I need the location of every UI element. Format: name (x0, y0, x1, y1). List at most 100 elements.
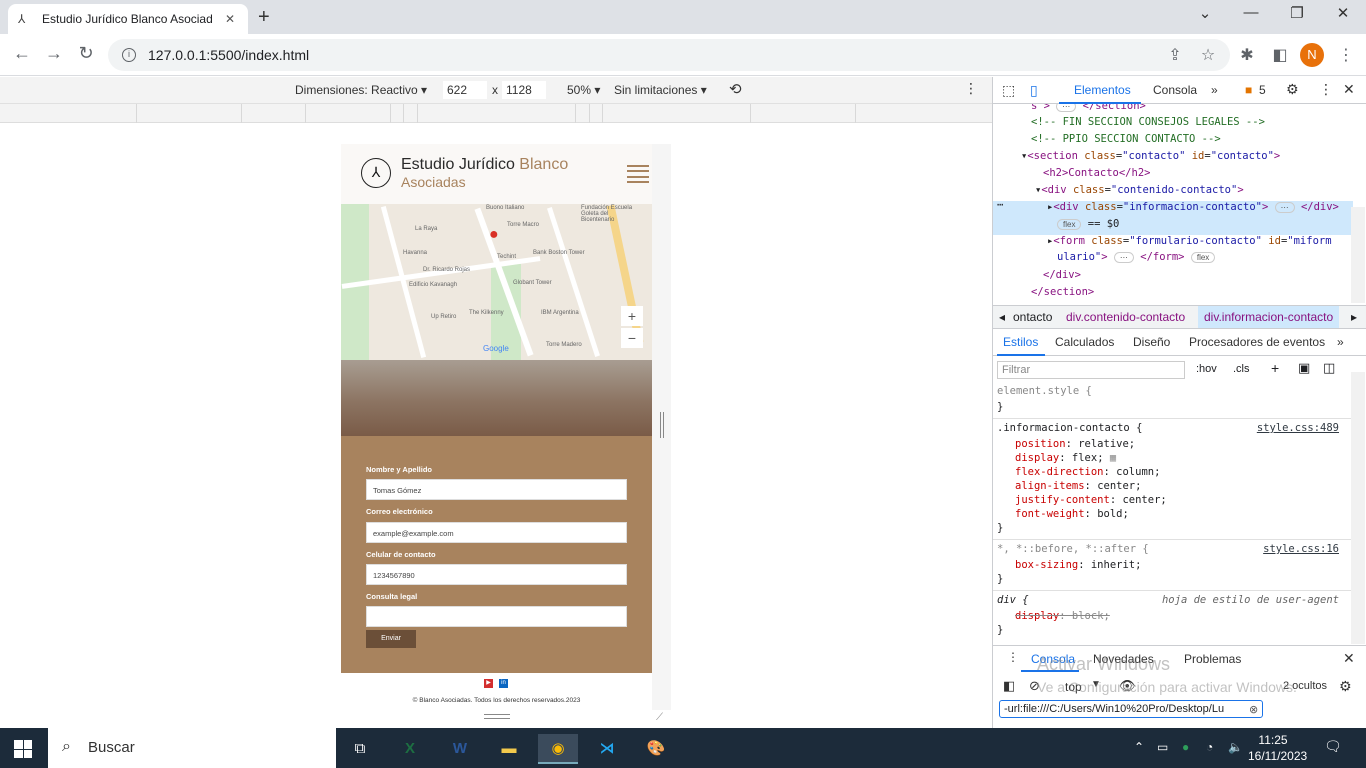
height-input[interactable]: 1128 (502, 81, 546, 99)
extensions-icon[interactable]: ✱ (1237, 45, 1257, 65)
issues-icon[interactable]: ■ (1245, 83, 1252, 97)
site-info-icon[interactable]: i (122, 48, 136, 62)
tab-styles[interactable]: Estilos (1003, 335, 1038, 349)
restore-button[interactable]: ❐ (1274, 4, 1320, 22)
cls-toggle[interactable]: .cls (1233, 363, 1250, 375)
defender-icon[interactable]: ● (1182, 740, 1189, 754)
dom-tree[interactable]: s > ⋯ </section> <!-- FIN SECCION CONSEJ… (993, 104, 1353, 304)
browser-tab[interactable]: ⅄ Estudio Jurídico Blanco Asociad ✕ (8, 4, 248, 34)
map-marker-icon[interactable]: ● (489, 226, 499, 244)
resize-handle-right[interactable] (660, 412, 664, 438)
issues-count[interactable]: 5 (1259, 83, 1266, 97)
tab-layout[interactable]: Diseño (1133, 335, 1170, 349)
system-clock[interactable]: 11:25 16/11/2023 (1248, 732, 1307, 764)
notifications-icon[interactable]: 🗨 (1324, 738, 1342, 755)
tab-computed[interactable]: Calculados (1055, 335, 1114, 349)
resize-handle-bottom[interactable] (484, 714, 510, 719)
crumb-right-arrow-icon[interactable]: ▸ (1351, 310, 1357, 324)
excel-icon[interactable]: X (390, 734, 430, 764)
linkedin-icon[interactable]: in (499, 679, 508, 688)
youtube-icon[interactable]: ▶ (484, 679, 493, 688)
submit-button[interactable]: Enviar (366, 630, 416, 648)
more-subtabs-icon[interactable]: » (1337, 335, 1344, 349)
tab-elements[interactable]: Elementos (1074, 83, 1131, 97)
brand-subtitle: Asociadas (401, 174, 466, 190)
paint-icon[interactable]: ▣ (1298, 360, 1310, 376)
dimensions-dropdown[interactable]: Dimensiones: Reactivo ▾ (295, 83, 427, 97)
share-icon[interactable]: ⇪ (1165, 45, 1185, 65)
tab-search-icon[interactable]: ⌄ (1182, 4, 1228, 22)
file-explorer-icon[interactable]: ▬ (489, 734, 529, 764)
drawer-tab-issues[interactable]: Problemas (1184, 652, 1241, 666)
windows-start-icon[interactable] (14, 740, 32, 758)
query-textarea[interactable] (366, 606, 627, 627)
devtools-close-icon[interactable]: ✕ (1343, 81, 1355, 98)
console-filter-input[interactable]: -url:file:///C:/Users/Win10%20Pro/Deskto… (999, 700, 1263, 718)
rule-source-link[interactable]: style.css:16 (1263, 543, 1339, 555)
phone-input[interactable]: 1234567890 (366, 564, 627, 585)
taskbar-search[interactable]: ⌕ Buscar (48, 728, 336, 768)
tab-close-icon[interactable]: ✕ (222, 12, 238, 26)
map-label: La Raya (415, 226, 438, 232)
profile-avatar[interactable]: N (1300, 43, 1324, 67)
wifi-icon[interactable]: ◔ (1206, 740, 1213, 754)
vscode-icon[interactable]: ⋊ (587, 734, 627, 764)
throttle-dropdown[interactable]: Sin limitaciones ▾ (614, 83, 707, 97)
styles-filter-input[interactable]: Filtrar (997, 361, 1185, 379)
drawer-close-icon[interactable]: ✕ (1343, 650, 1355, 667)
map-zoom-out-button[interactable]: − (621, 328, 643, 348)
google-map[interactable]: Buono Italiano Fundación Escuela Goleta … (341, 204, 652, 360)
settings-gear-icon[interactable]: ⚙ (1286, 81, 1299, 98)
device-more-icon[interactable]: ⋮ (964, 80, 978, 97)
console-sidebar-icon[interactable]: ◧ (1003, 678, 1015, 694)
resize-corner-icon[interactable]: ⟋ (656, 712, 663, 723)
menu-kebab-icon[interactable]: ⋮ (1336, 45, 1356, 65)
clear-filter-icon[interactable]: ⊗ (1249, 703, 1258, 716)
styles-scrollbar[interactable] (1351, 372, 1365, 644)
paint-app-icon[interactable]: 🎨 (636, 734, 676, 764)
console-settings-icon[interactable]: ⚙ (1339, 678, 1352, 695)
media-query-ruler[interactable] (0, 104, 992, 123)
hov-toggle[interactable]: :hov (1196, 363, 1217, 375)
battery-icon[interactable]: ▭ (1157, 740, 1168, 754)
devtools-panel: ⬚ ▯ Elementos Consola » ■ 5 ⚙ ⋮ ✕ s > ⋯ … (992, 77, 1366, 728)
hamburger-menu-icon[interactable] (627, 165, 649, 183)
close-window-button[interactable]: ✕ (1320, 4, 1366, 22)
rotate-icon[interactable]: ⟲ (729, 80, 742, 98)
reload-button[interactable]: ↻ (74, 43, 98, 64)
dom-scrollbar[interactable] (1351, 207, 1365, 303)
new-rule-icon[interactable]: + (1271, 360, 1279, 376)
devtools-menu-icon[interactable]: ⋮ (1319, 81, 1333, 98)
address-bar[interactable]: i 127.0.0.1:5500/index.html (108, 39, 1230, 71)
map-zoom-in-button[interactable]: + (621, 306, 643, 326)
zoom-dropdown[interactable]: 50% ▾ (567, 83, 600, 97)
sidebar-toggle-icon[interactable]: ◫ (1323, 360, 1335, 376)
forward-button[interactable]: → (42, 43, 66, 64)
side-panel-icon[interactable]: ◧ (1270, 45, 1290, 65)
styles-pane[interactable]: element.style { } .informacion-contacto … (993, 383, 1353, 645)
breadcrumb-item-active[interactable]: div.informacion-contacto (1198, 306, 1340, 328)
tab-event-listeners[interactable]: Procesadores de eventos (1189, 335, 1325, 349)
more-tabs-icon[interactable]: » (1211, 83, 1218, 97)
tray-chevron-icon[interactable]: ⌃ (1134, 740, 1144, 754)
chrome-icon[interactable]: ◉ (538, 734, 578, 764)
task-view-icon[interactable]: ⧉ (340, 734, 380, 764)
rule-source-link[interactable]: style.css:489 (1257, 422, 1339, 434)
crumb-left-arrow-icon[interactable]: ◂ (999, 310, 1005, 324)
breadcrumb-item[interactable]: div.contenido-contacto (1066, 310, 1185, 324)
volume-icon[interactable]: 🔈 (1228, 740, 1243, 754)
width-input[interactable]: 622 (443, 81, 487, 99)
bookmark-star-icon[interactable]: ☆ (1198, 45, 1218, 65)
back-button[interactable]: ← (10, 43, 34, 64)
name-input[interactable]: Tomas Gómez (366, 479, 627, 500)
minimize-button[interactable]: — (1228, 4, 1274, 21)
breadcrumb-item[interactable]: ontacto (1013, 310, 1052, 324)
emulated-viewport: ⅄ Estudio Jurídico Blanco Asociadas Buon… (341, 144, 671, 710)
device-toggle-icon[interactable]: ▯ (1030, 82, 1038, 99)
tab-console[interactable]: Consola (1153, 83, 1197, 97)
inspect-element-icon[interactable]: ⬚ (1002, 82, 1015, 99)
email-input[interactable]: example@example.com (366, 522, 627, 543)
drawer-menu-icon[interactable]: ⋮ (1007, 650, 1019, 664)
word-icon[interactable]: W (440, 734, 480, 764)
new-tab-button[interactable]: + (258, 6, 270, 29)
